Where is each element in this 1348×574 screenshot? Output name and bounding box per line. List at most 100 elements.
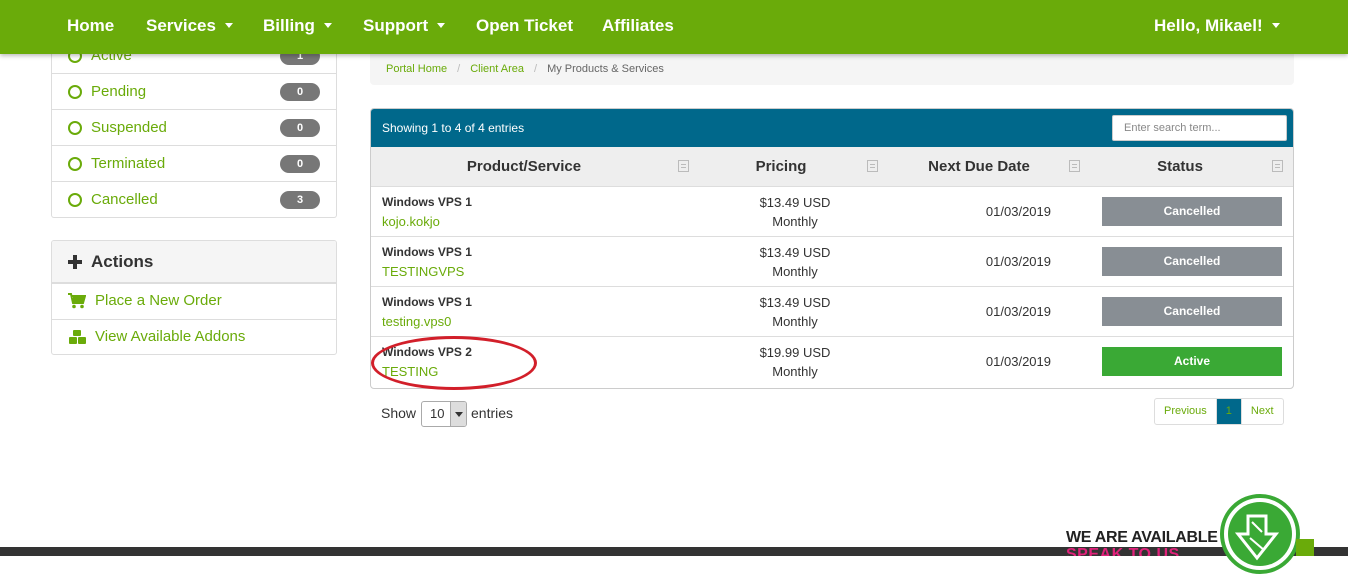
- shopping-cart-icon: [68, 293, 86, 309]
- live-chat-button[interactable]: [1220, 494, 1300, 574]
- table-row[interactable]: Windows VPS 1 TESTINGVPS $13.49 USD Mont…: [371, 237, 1293, 287]
- nav-open-ticket[interactable]: Open Ticket: [476, 0, 573, 52]
- billing-cycle: Monthly: [772, 264, 818, 279]
- product-name: Windows VPS 1: [382, 245, 472, 259]
- status-badge: Cancelled: [1102, 247, 1282, 276]
- circle-icon: [68, 193, 82, 207]
- table-row[interactable]: Windows VPS 2 TESTING $19.99 USD Monthly…: [371, 337, 1293, 387]
- pagination-next[interactable]: Next: [1242, 399, 1283, 424]
- nav-support-label: Support: [363, 16, 429, 35]
- caret-down-icon: [1271, 23, 1280, 29]
- status-filter-pending[interactable]: Pending 0: [52, 74, 336, 110]
- table-search-input[interactable]: [1112, 115, 1287, 141]
- column-header-label: Next Due Date: [928, 158, 1030, 175]
- product-name: Windows VPS 1: [382, 295, 472, 309]
- chat-corner-tab[interactable]: [1296, 539, 1314, 556]
- nav-affiliates-label: Affiliates: [602, 16, 674, 35]
- column-header-due-date[interactable]: Next Due Date: [919, 147, 1039, 187]
- product-domain: TESTING: [382, 364, 439, 379]
- page-length-select[interactable]: 10: [421, 401, 467, 427]
- status-filter-label: Pending: [91, 83, 147, 100]
- status-filter-label: Cancelled: [91, 191, 158, 208]
- table-row[interactable]: Windows VPS 1 kojo.kokjo $13.49 USD Mont…: [371, 187, 1293, 237]
- status-filter-suspended[interactable]: Suspended 0: [52, 110, 336, 146]
- status-filter-panel: Active 1 Pending 0 Suspended 0 Terminate…: [51, 38, 337, 218]
- column-header-status[interactable]: Status: [1130, 147, 1230, 187]
- status-filter-label: Suspended: [91, 119, 167, 136]
- table-toolbar: Showing 1 to 4 of 4 entries: [371, 109, 1293, 147]
- product-name: Windows VPS 2: [382, 345, 472, 359]
- plus-icon: [68, 255, 82, 269]
- view-addons-link[interactable]: View Available Addons: [52, 319, 336, 354]
- column-header-label: Product/Service: [466, 158, 582, 175]
- billing-cycle: Monthly: [772, 364, 818, 379]
- nav-billing-label: Billing: [263, 16, 315, 35]
- breadcrumb-current: My Products & Services: [547, 63, 664, 75]
- status-badge: Cancelled: [1102, 197, 1282, 226]
- table-info: Showing 1 to 4 of 4 entries: [382, 121, 525, 135]
- sort-icon[interactable]: [867, 160, 878, 172]
- sort-icon[interactable]: [1272, 160, 1283, 172]
- nav-services[interactable]: Services: [146, 0, 233, 52]
- page-length-label: Show: [381, 405, 417, 421]
- next-due-date: 01/03/2019: [985, 254, 1051, 269]
- nav-affiliates[interactable]: Affiliates: [602, 0, 674, 52]
- user-menu[interactable]: Hello, Mikael!: [1154, 0, 1280, 52]
- column-header-label: Status: [1157, 158, 1203, 175]
- place-new-order-link[interactable]: Place a New Order: [52, 283, 336, 319]
- billing-cycle: Monthly: [772, 214, 818, 229]
- breadcrumb-client-area[interactable]: Client Area: [470, 63, 524, 75]
- sort-icon[interactable]: [1069, 160, 1080, 172]
- nav-home[interactable]: Home: [67, 0, 114, 52]
- caret-down-icon: [323, 23, 332, 29]
- column-header-product[interactable]: Product/Service: [371, 147, 677, 187]
- breadcrumb-portal-home[interactable]: Portal Home: [386, 63, 447, 75]
- page-length-value: 10: [430, 406, 445, 421]
- breadcrumb-separator: /: [534, 63, 538, 75]
- product-domain: kojo.kokjo: [382, 214, 440, 229]
- nav-open-ticket-label: Open Ticket: [476, 16, 573, 35]
- caret-down-icon: [224, 23, 233, 29]
- circle-icon: [68, 157, 82, 171]
- cubes-icon: [69, 330, 86, 344]
- actions-title: Actions: [91, 252, 154, 271]
- product-name: Windows VPS 1: [382, 195, 472, 209]
- billing-cycle: Monthly: [772, 314, 818, 329]
- next-due-date: 01/03/2019: [985, 304, 1051, 319]
- actions-panel: Actions Place a New Order View Available…: [51, 240, 337, 355]
- status-count-badge: 0: [280, 119, 320, 137]
- next-due-date: 01/03/2019: [985, 354, 1051, 369]
- table-row[interactable]: Windows VPS 1 testing.vps0 $13.49 USD Mo…: [371, 287, 1293, 337]
- breadcrumb: Portal Home / Client Area / My Products & Se…: [370, 52, 1294, 85]
- chevron-down-icon: [450, 402, 466, 426]
- caret-down-icon: [437, 23, 446, 29]
- top-navbar: Home Services Billing Support Open Ticke…: [0, 0, 1348, 54]
- product-price: $13.49 USD: [759, 195, 831, 210]
- product-price: $19.99 USD: [759, 345, 831, 360]
- status-badge: Active: [1102, 347, 1282, 376]
- table-header: Product/Service Pricing Next Due Date St…: [371, 147, 1293, 187]
- status-filter-terminated[interactable]: Terminated 0: [52, 146, 336, 182]
- live-chat-subtitle: SPEAK TO US: [1066, 546, 1180, 556]
- pagination: Previous 1 Next: [1154, 398, 1284, 425]
- arrow-down-icon: [1228, 502, 1292, 566]
- circle-icon: [68, 121, 82, 135]
- pagination-page-current[interactable]: 1: [1216, 399, 1242, 424]
- action-label: Place a New Order: [95, 292, 222, 309]
- sort-icon[interactable]: [678, 160, 689, 172]
- products-table: Showing 1 to 4 of 4 entries Product/Serv…: [370, 108, 1294, 389]
- status-count-badge: 0: [280, 155, 320, 173]
- action-label: View Available Addons: [95, 328, 246, 345]
- user-greeting: Hello, Mikael!: [1154, 16, 1263, 35]
- nav-home-label: Home: [67, 16, 115, 35]
- nav-support[interactable]: Support: [363, 0, 446, 52]
- nav-services-label: Services: [146, 16, 216, 35]
- column-header-pricing[interactable]: Pricing: [731, 147, 831, 187]
- live-chat-tagline: WE ARE AVAILABLE: [1066, 529, 1218, 546]
- nav-billing[interactable]: Billing: [263, 0, 332, 52]
- status-count-badge: 3: [280, 191, 320, 209]
- status-filter-cancelled[interactable]: Cancelled 3: [52, 182, 336, 217]
- pagination-previous[interactable]: Previous: [1155, 399, 1217, 424]
- product-price: $13.49 USD: [759, 245, 831, 260]
- product-domain: TESTINGVPS: [382, 264, 465, 279]
